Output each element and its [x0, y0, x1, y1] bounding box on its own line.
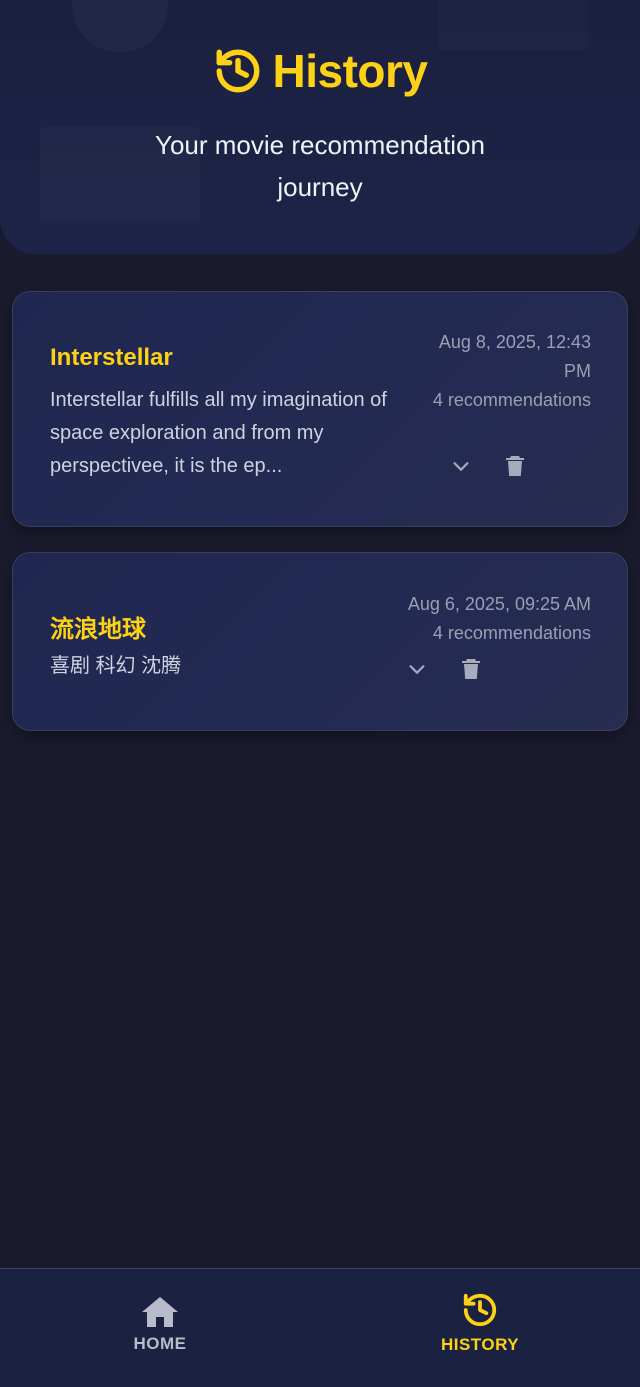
delete-button[interactable]	[503, 454, 527, 478]
history-card-date: Aug 6, 2025, 09:25 AM	[407, 594, 591, 614]
history-page: History Your movie recommendation journe…	[0, 0, 640, 1387]
history-card-title: 流浪地球	[50, 616, 146, 643]
history-card-count: 4 recommendations	[432, 390, 591, 410]
expand-button[interactable]	[449, 454, 473, 478]
history-card-title: Interstellar	[50, 344, 173, 371]
nav-history[interactable]: HISTORY	[320, 1269, 640, 1387]
history-card-description: Interstellar fulfills all my imagination…	[50, 389, 387, 477]
page-header: History Your movie recommendation journe…	[0, 0, 640, 254]
expand-button[interactable]	[405, 657, 429, 681]
home-icon	[142, 1297, 178, 1327]
history-card[interactable]: 流浪地球 喜剧 科幻 沈腾 Aug 6, 2025, 09:25 AM 4 re…	[12, 552, 628, 731]
title-row: History	[0, 44, 640, 98]
history-card-meta: Aug 8, 2025, 12:43 PM 4 recommendations	[411, 328, 591, 415]
history-card-actions	[449, 454, 527, 478]
history-icon	[216, 49, 259, 93]
history-card-meta: Aug 6, 2025, 09:25 AM 4 recommendations	[351, 590, 591, 648]
history-card-actions	[405, 657, 483, 681]
decorative-rect	[438, 0, 588, 50]
history-card-count: 4 recommendations	[432, 623, 591, 643]
history-card[interactable]: Interstellar Interstellar fulfills all m…	[12, 291, 628, 527]
history-icon	[463, 1293, 497, 1327]
chevron-down-icon	[409, 665, 425, 674]
nav-home[interactable]: HOME	[0, 1269, 320, 1387]
bottom-nav: HOME HISTORY	[0, 1268, 640, 1387]
nav-home-label: HOME	[133, 1334, 187, 1353]
chevron-down-icon	[453, 462, 469, 471]
page-title: History	[272, 45, 428, 97]
trash-icon	[506, 456, 524, 476]
delete-button[interactable]	[459, 657, 483, 681]
nav-history-label: HISTORY	[440, 1335, 520, 1354]
trash-icon	[462, 659, 480, 679]
history-card-description: 喜剧 科幻 沈腾	[50, 655, 182, 677]
history-card-date: Aug 8, 2025, 12:43 PM	[438, 332, 591, 381]
page-subtitle: Your movie recommendation journey	[155, 130, 485, 202]
